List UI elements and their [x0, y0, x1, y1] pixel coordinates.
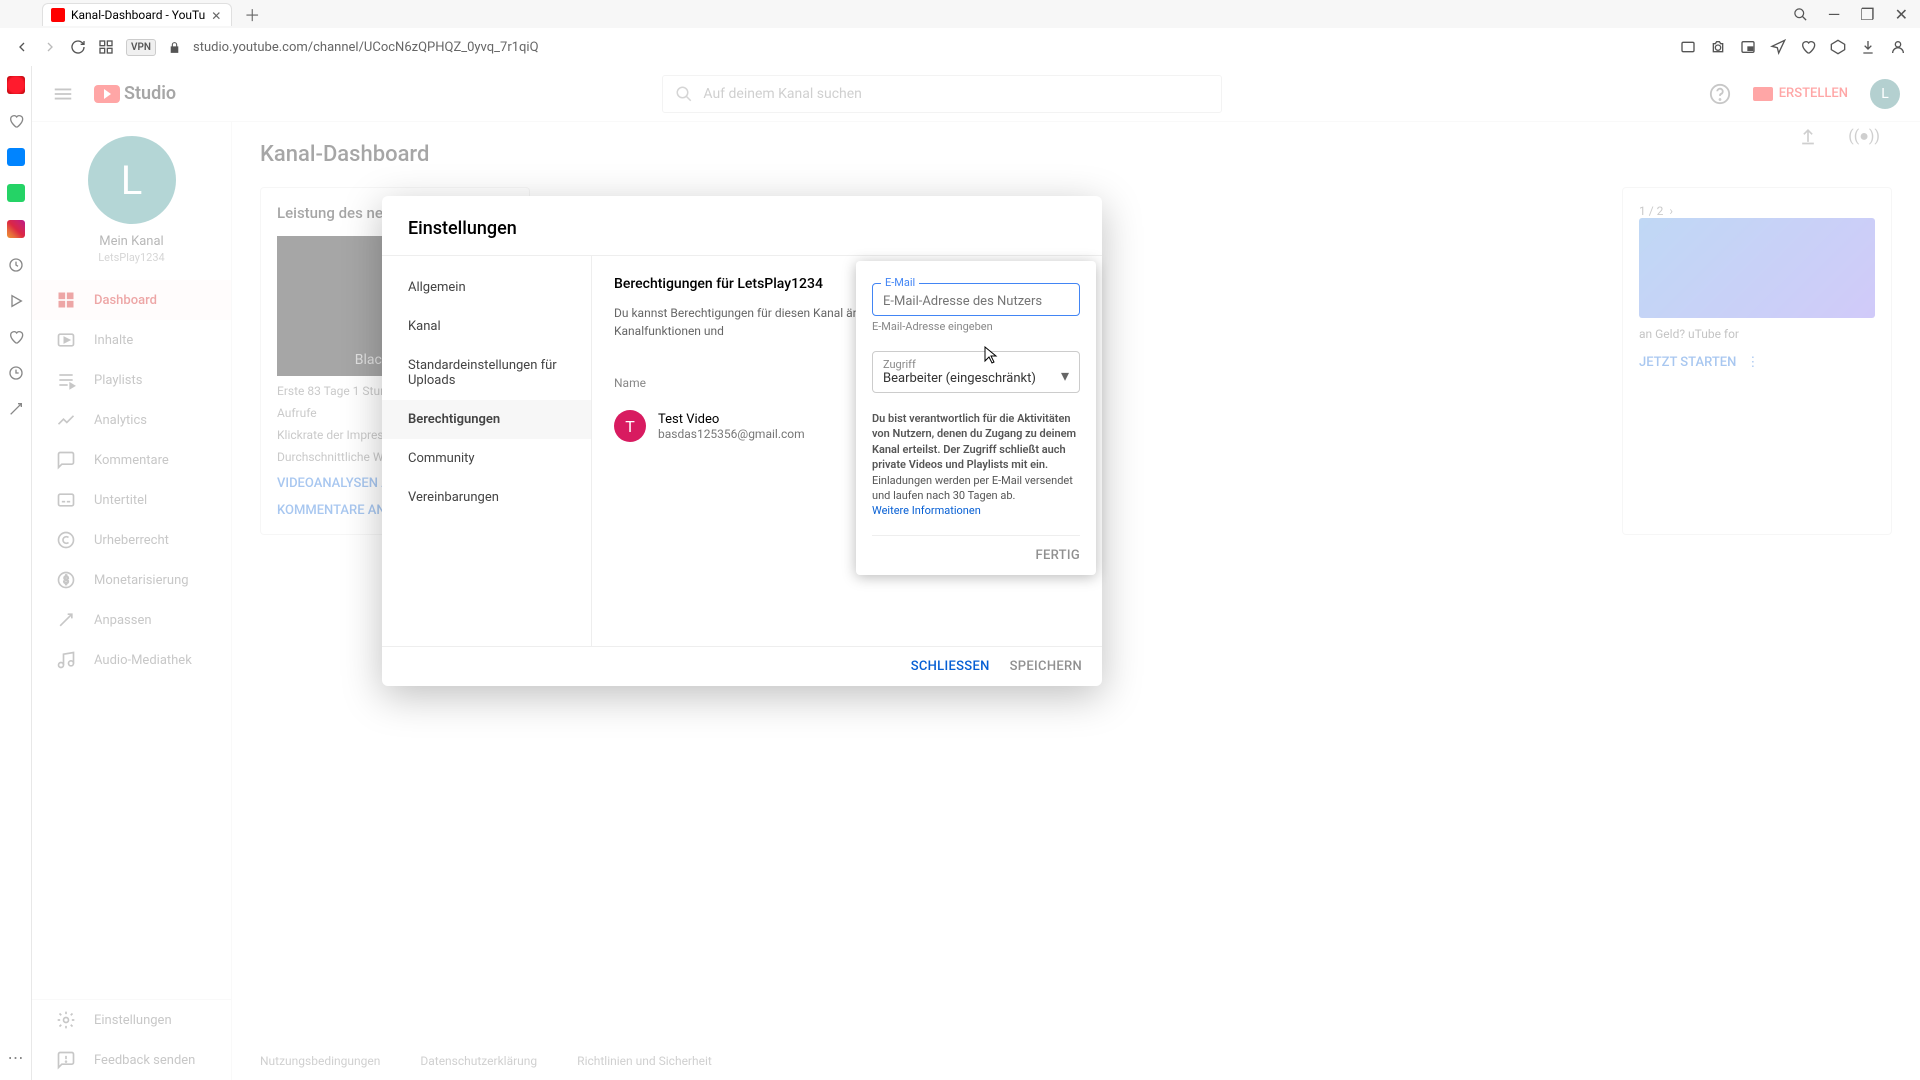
download-icon[interactable] — [1860, 39, 1876, 55]
save-button[interactable]: SPEICHERN — [1010, 659, 1082, 674]
camera-icon[interactable] — [1710, 39, 1726, 55]
settings-tab-upload[interactable]: Standardeinstellungen für Uploads — [382, 346, 591, 400]
close-button[interactable]: SCHLIESSEN — [911, 659, 990, 674]
bookmark-icon[interactable] — [7, 112, 25, 130]
instagram-icon[interactable] — [7, 220, 25, 238]
close-window-icon[interactable]: ✕ — [1895, 5, 1908, 24]
opera-logo-icon[interactable] — [7, 76, 25, 94]
chevron-down-icon: ▾ — [1061, 366, 1069, 385]
settings-tab-channel[interactable]: Kanal — [382, 307, 591, 346]
access-label: Zugriff — [883, 358, 1069, 371]
screenshot-icon[interactable] — [1680, 39, 1696, 55]
invite-popover: E-Mail E-Mail-Adresse eingeben Zugriff B… — [856, 261, 1096, 575]
messenger-icon[interactable] — [7, 148, 25, 166]
more-icon[interactable]: ⋯ — [7, 1048, 25, 1066]
search-icon[interactable] — [1793, 7, 1808, 22]
disclaimer: Du bist verantwortlich für die Aktivität… — [872, 411, 1080, 519]
minimize-icon[interactable]: — — [1828, 5, 1841, 24]
play-icon[interactable] — [7, 292, 25, 310]
back-icon[interactable] — [14, 39, 30, 55]
settings-tab-general[interactable]: Allgemein — [382, 268, 591, 307]
youtube-favicon — [51, 8, 65, 22]
reload-icon[interactable] — [70, 39, 86, 55]
settings-tab-permissions[interactable]: Berechtigungen — [382, 400, 591, 439]
clock-icon[interactable] — [7, 256, 25, 274]
done-button[interactable]: FERTIG — [1035, 548, 1080, 563]
speed-dial-icon[interactable] — [98, 39, 114, 55]
access-value: Bearbeiter (eingeschränkt) — [883, 371, 1069, 386]
opera-sidebar: ⋯ — [0, 66, 32, 1080]
send-icon[interactable] — [1770, 39, 1786, 55]
lock-icon[interactable] — [168, 41, 181, 54]
maximize-icon[interactable]: ❐ — [1860, 5, 1874, 24]
email-input[interactable] — [883, 294, 1069, 309]
email-help: E-Mail-Adresse eingeben — [872, 320, 1080, 333]
close-tab-icon[interactable]: ✕ — [211, 9, 223, 21]
cube-icon[interactable] — [1830, 39, 1846, 55]
learn-more-link[interactable]: Weitere Informationen — [872, 504, 981, 517]
forward-icon[interactable] — [42, 39, 58, 55]
new-tab-button[interactable]: ＋ — [240, 0, 264, 30]
settings-tab-community[interactable]: Community — [382, 439, 591, 478]
settings-tab-agreements[interactable]: Vereinbarungen — [382, 478, 591, 517]
access-select[interactable]: Zugriff Bearbeiter (eingeschränkt) ▾ — [872, 351, 1080, 393]
favorites-icon[interactable] — [7, 328, 25, 346]
history-icon[interactable] — [7, 364, 25, 382]
email-label: E-Mail — [881, 276, 919, 289]
url-text[interactable]: studio.youtube.com/channel/UCocN6zQPHQZ_… — [193, 40, 539, 55]
browser-tab[interactable]: Kanal-Dashboard - YouTu ✕ — [42, 3, 232, 26]
user-name: Test Video — [658, 412, 805, 427]
user-avatar: T — [614, 410, 646, 442]
vpn-badge[interactable]: VPN — [126, 39, 156, 56]
tab-title: Kanal-Dashboard - YouTu — [71, 8, 205, 22]
dialog-title: Einstellungen — [382, 196, 1102, 256]
user-email: basdas125356@gmail.com — [658, 427, 805, 441]
heart-icon[interactable] — [1800, 39, 1816, 55]
email-field-wrap[interactable]: E-Mail — [872, 283, 1080, 316]
wand-icon[interactable] — [7, 400, 25, 418]
pip-icon[interactable] — [1740, 39, 1756, 55]
whatsapp-icon[interactable] — [7, 184, 25, 202]
profile-icon[interactable] — [1890, 39, 1906, 55]
